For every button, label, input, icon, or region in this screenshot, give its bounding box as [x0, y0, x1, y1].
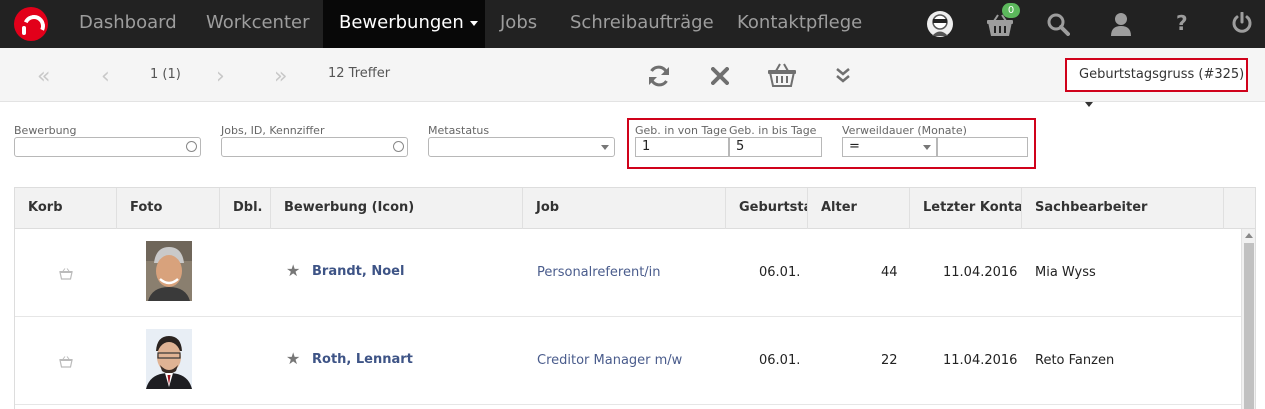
table-row[interactable]: ★ Roth, Lennart Creditor Manager m/w 06.…	[15, 317, 1241, 405]
bewerbung-label: Bewerbung	[14, 124, 77, 137]
applicant-name-link[interactable]: Roth, Lennart	[312, 352, 413, 367]
help-icon[interactable]: ?	[1176, 11, 1188, 35]
job-link[interactable]: Personalreferent/in	[537, 265, 661, 280]
col-dbl[interactable]: Dbl.	[220, 188, 271, 229]
geb-von-label: Geb. in von Tage	[635, 124, 727, 137]
star-icon[interactable]: ★	[286, 349, 300, 368]
expand-icon[interactable]	[835, 67, 851, 83]
hits-count: 12 Treffer	[328, 66, 391, 81]
col-foto[interactable]: Foto	[117, 188, 220, 229]
jobs-label: Jobs, ID, Kennziffer	[221, 124, 325, 137]
refresh-icon[interactable]	[647, 64, 671, 88]
chevron-down-icon	[601, 145, 609, 150]
first-page-icon[interactable]: «	[37, 64, 50, 89]
metastatus-select[interactable]	[428, 137, 615, 157]
user-avatar-icon[interactable]	[926, 10, 954, 38]
applicant-photo	[146, 329, 192, 389]
scroll-up-icon[interactable]	[1245, 233, 1253, 238]
page-indicator: 1 (1)	[150, 67, 181, 82]
col-alter[interactable]: Alter	[808, 188, 910, 229]
verweildauer-operator-value: =	[849, 139, 860, 154]
geb-bis-input[interactable]: 5	[729, 137, 822, 157]
nav-kontaktpflege[interactable]: Kontaktpflege	[737, 0, 862, 48]
col-bewerbung[interactable]: Bewerbung (Icon)	[271, 188, 523, 229]
nav-bewerbungen[interactable]: Bewerbungen	[323, 0, 485, 48]
basket-icon[interactable]	[767, 63, 797, 87]
col-sachbearbeiter[interactable]: Sachbearbeiter	[1022, 188, 1224, 229]
col-korb[interactable]: Korb	[15, 188, 117, 229]
last-contact-value: 11.04.2016	[943, 353, 1018, 368]
scrollbar-thumb[interactable]	[1244, 243, 1254, 409]
birthday-value: 06.01.	[759, 265, 801, 280]
search-icon[interactable]	[1046, 12, 1070, 36]
toolbar: « ‹ 1 (1) › » 12 Treffer Geburtstagsgrus…	[0, 48, 1265, 107]
chevron-down-icon	[923, 145, 931, 150]
top-navbar: Dashboard Workcenter Bewerbungen Jobs Sc…	[0, 0, 1265, 48]
col-job[interactable]: Job	[523, 188, 726, 229]
col-letzter-kontakt[interactable]: Letzter Kontakt	[910, 188, 1022, 229]
view-select-value: Geburtstagsgruss (#325)	[1079, 67, 1245, 82]
logo-icon[interactable]	[14, 7, 48, 41]
clear-icon[interactable]	[711, 67, 729, 85]
applicant-name-link[interactable]: Brandt, Noel	[312, 264, 404, 279]
chevron-down-icon	[1085, 102, 1093, 107]
verweildauer-label: Verweildauer (Monate)	[842, 124, 967, 137]
next-page-icon[interactable]: ›	[216, 64, 225, 89]
nav-workcenter[interactable]: Workcenter	[206, 0, 310, 48]
case-worker-value: Reto Fanzen	[1035, 353, 1115, 368]
last-page-icon[interactable]: »	[274, 64, 287, 89]
user-icon[interactable]	[1110, 12, 1132, 36]
bewerbung-input[interactable]	[14, 137, 201, 157]
geb-von-input[interactable]: 1	[635, 137, 729, 157]
add-to-basket-icon[interactable]	[59, 356, 73, 368]
nav-schreibauftraege[interactable]: Schreibaufträge	[570, 0, 714, 48]
power-icon[interactable]	[1231, 12, 1253, 34]
search-circle-icon	[393, 141, 404, 152]
last-contact-value: 11.04.2016	[943, 265, 1018, 280]
nav-bewerbungen-label: Bewerbungen	[339, 12, 464, 33]
age-value: 22	[881, 353, 898, 368]
view-select[interactable]: Geburtstagsgruss (#325)	[1065, 58, 1248, 107]
applications-table: Korb Foto Dbl. Bewerbung (Icon) Job Gebu…	[14, 187, 1256, 409]
nav-dashboard[interactable]: Dashboard	[79, 0, 177, 48]
col-geburtstag[interactable]: Geburtstag	[726, 188, 808, 229]
case-worker-value: Mia Wyss	[1035, 265, 1096, 280]
applicant-photo	[146, 241, 192, 301]
verweildauer-input[interactable]	[937, 137, 1028, 157]
verweildauer-operator-select[interactable]: =	[842, 137, 937, 157]
table-header: Korb Foto Dbl. Bewerbung (Icon) Job Gebu…	[15, 188, 1255, 229]
metastatus-label: Metastatus	[428, 124, 490, 137]
job-link[interactable]: Creditor Manager m/w	[537, 353, 682, 368]
geb-bis-label: Geb. in bis Tage	[729, 124, 817, 137]
prev-page-icon[interactable]: ‹	[101, 64, 110, 89]
chevron-down-icon	[469, 20, 478, 26]
birthday-value: 06.01.	[759, 353, 801, 368]
add-to-basket-icon[interactable]	[59, 268, 73, 280]
table-row[interactable]: ★ Brandt, Noel Personalreferent/in 06.01…	[15, 229, 1241, 317]
basket-count-badge: 0	[1002, 3, 1020, 18]
table-scrollbar[interactable]	[1241, 229, 1255, 409]
jobs-input[interactable]	[221, 137, 408, 157]
nav-jobs[interactable]: Jobs	[500, 0, 537, 48]
age-value: 44	[881, 265, 898, 280]
search-circle-icon	[186, 141, 197, 152]
star-icon[interactable]: ★	[286, 261, 300, 280]
